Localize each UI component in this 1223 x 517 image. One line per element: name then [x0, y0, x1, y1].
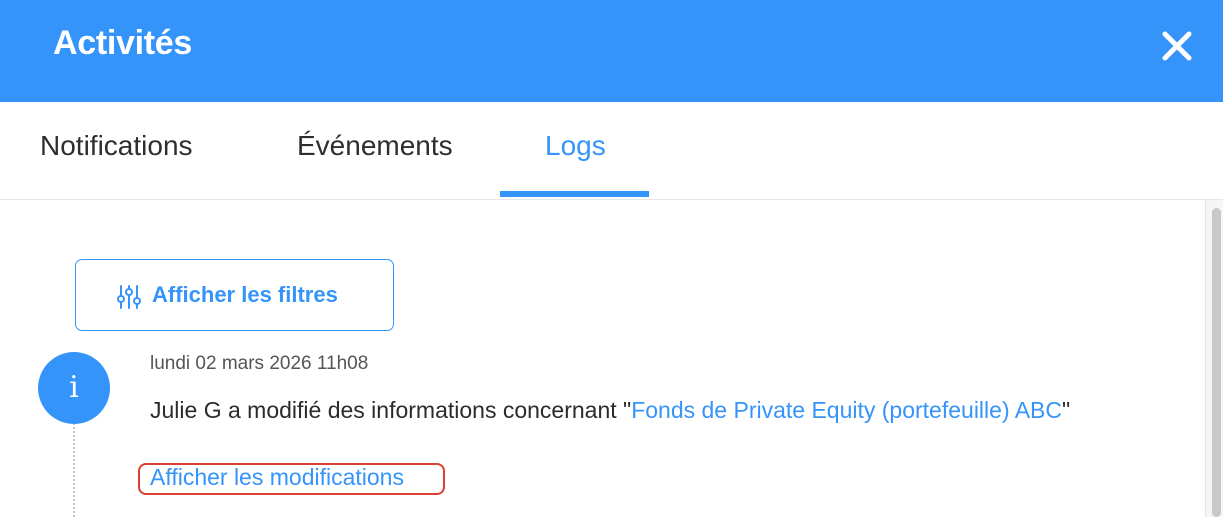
- info-icon: i: [38, 352, 110, 424]
- log-text-before: Julie G a modifié des informations conce…: [150, 397, 632, 423]
- log-text-after: ": [1062, 397, 1071, 423]
- show-filters-button[interactable]: Afficher les filtres: [75, 259, 394, 331]
- log-message: Julie G a modifié des informations conce…: [150, 392, 1150, 428]
- show-changes-link[interactable]: Afficher les modifications: [150, 464, 404, 491]
- logs-panel: Afficher les filtres i lundi 02 mars 202…: [0, 200, 1223, 517]
- modal-title: Activités: [53, 24, 193, 62]
- show-filters-label: Afficher les filtres: [152, 282, 338, 307]
- tab-logs[interactable]: Logs: [545, 130, 606, 162]
- close-button[interactable]: [1155, 24, 1199, 68]
- sliders-icon: [117, 285, 141, 309]
- fund-link[interactable]: Fonds de Private Equity (portefeuille) A…: [631, 397, 1062, 423]
- tab-notifications[interactable]: Notifications: [40, 130, 193, 162]
- tab-evenements[interactable]: Événements: [297, 130, 453, 162]
- close-icon: [1162, 31, 1192, 61]
- active-tab-indicator: [500, 191, 649, 197]
- timeline-connector: [73, 423, 75, 517]
- modal-header: Activités: [0, 0, 1223, 102]
- tab-bar: Notifications Événements Logs: [0, 102, 1223, 200]
- scrollbar-thumb[interactable]: [1212, 208, 1221, 517]
- info-glyph: i: [69, 370, 79, 405]
- log-timestamp: lundi 02 mars 2026 11h08: [150, 353, 369, 374]
